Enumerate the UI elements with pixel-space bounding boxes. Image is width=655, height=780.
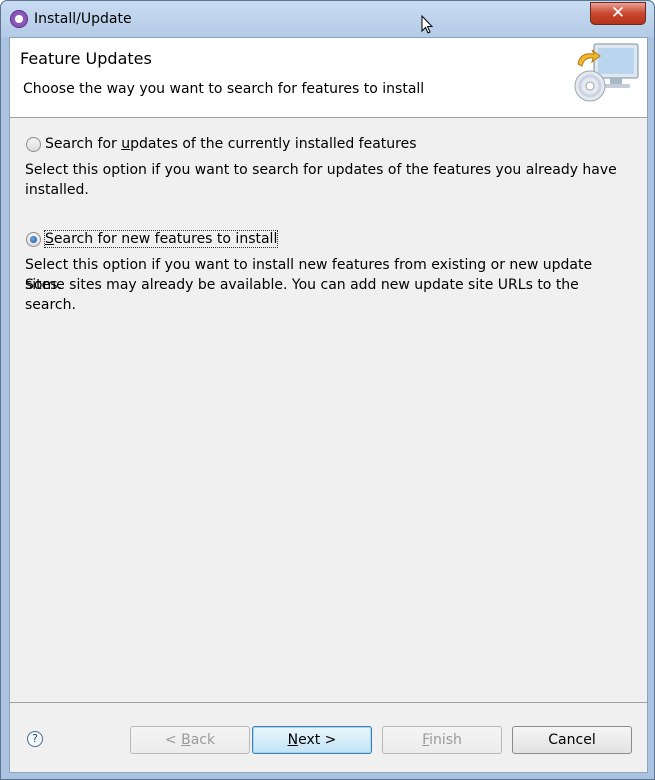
next-button[interactable]: Next > <box>252 726 372 754</box>
eclipse-app-icon <box>10 10 28 28</box>
cancel-button[interactable]: Cancel <box>512 726 632 754</box>
search-updates-description: Select this option if you want to search… <box>25 162 617 198</box>
search-updates-label-rest: pdates of the currently installed featur… <box>130 136 417 152</box>
footer-separator <box>10 702 647 703</box>
wizard-header: Feature Updates Choose the way you want … <box>10 38 647 118</box>
next-button-rest: ext > <box>298 732 337 748</box>
install-update-window: Install/Update ✕ Feature Updates Choose … <box>0 0 655 780</box>
search-updates-label-part: Search for <box>45 136 122 152</box>
window-title: Install/Update <box>34 11 132 27</box>
search-updates-label[interactable]: Search for updates of the currently inst… <box>45 136 417 152</box>
back-button-rest: ack <box>190 732 216 748</box>
close-button[interactable]: ✕ <box>590 2 646 25</box>
search-new-features-label[interactable]: Search for new features to install <box>43 230 279 248</box>
install-wizard-icon <box>574 43 639 102</box>
search-new-features-radio[interactable] <box>26 232 41 247</box>
next-button-mnemonic: N <box>287 732 299 748</box>
back-button-prefix: < <box>164 732 182 748</box>
help-icon[interactable]: ? <box>27 731 43 747</box>
search-new-features-mnemonic: S <box>45 231 54 247</box>
page-description: Choose the way you want to search for fe… <box>23 81 425 97</box>
back-button-mnemonic: B <box>181 732 191 748</box>
search-new-features-description-line2: Some sites may already be available. You… <box>25 277 579 313</box>
finish-button-rest: inish <box>429 732 462 748</box>
finish-button[interactable]: Finish <box>382 726 502 754</box>
search-new-features-label-rest: earch for new features to install <box>53 231 278 247</box>
wizard-dialog-body: Feature Updates Choose the way you want … <box>9 37 648 773</box>
page-title: Feature Updates <box>20 49 152 68</box>
search-updates-radio[interactable] <box>26 137 41 152</box>
title-bar[interactable]: Install/Update ✕ <box>1 1 654 37</box>
back-button[interactable]: < Back <box>130 726 250 754</box>
search-updates-mnemonic: u <box>121 136 131 152</box>
mouse-cursor-icon <box>421 15 433 34</box>
